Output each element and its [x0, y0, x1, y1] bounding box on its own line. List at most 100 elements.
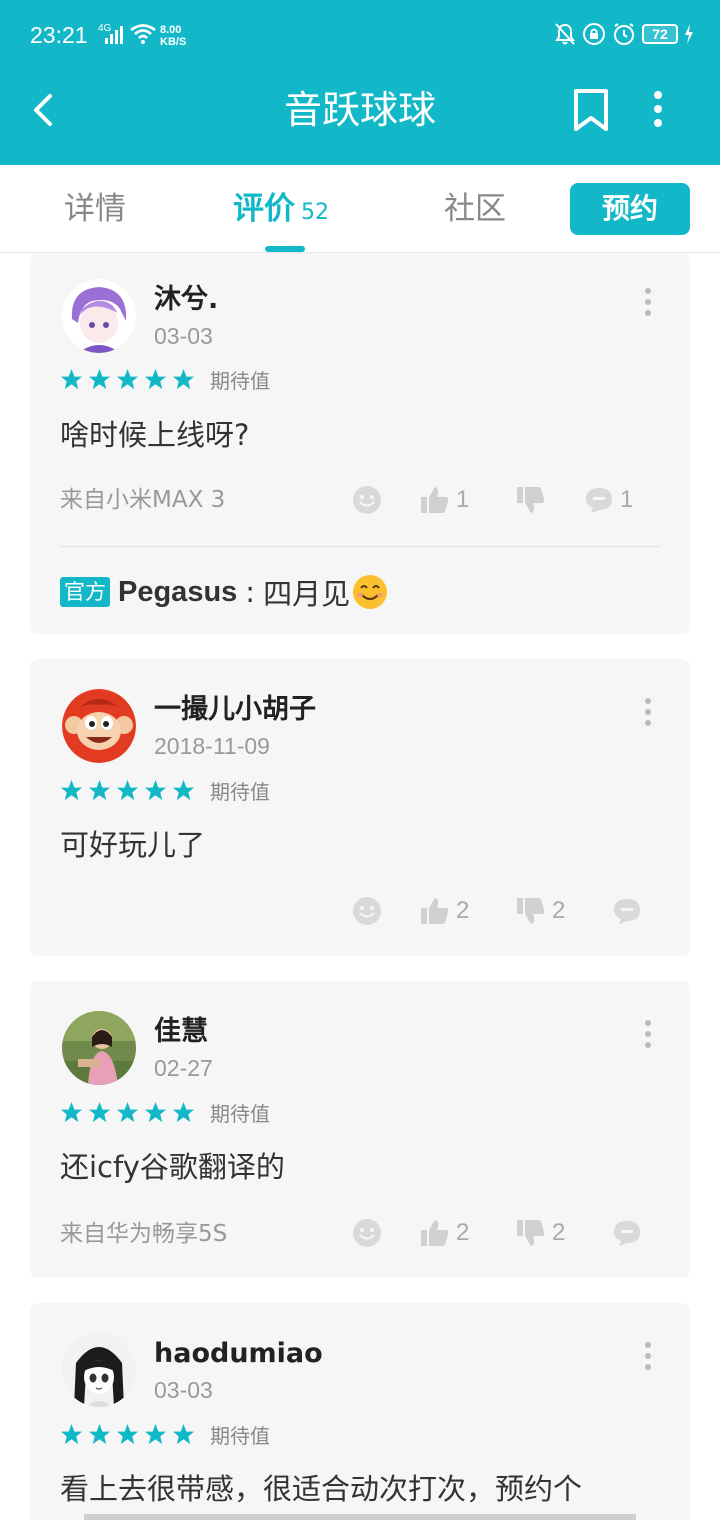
avatar[interactable]: [62, 1011, 136, 1085]
rating-label: 期待值: [210, 1424, 270, 1448]
emoji-react-button[interactable]: [352, 896, 382, 926]
user-name[interactable]: haodumiao: [154, 1337, 323, 1371]
charging-icon: [685, 24, 693, 44]
star-rating: 期待值: [60, 1098, 270, 1127]
thumbs-up-icon: [421, 1220, 449, 1246]
star-icon: [144, 1423, 167, 1445]
star-rating: 期待值: [60, 365, 270, 394]
thumbs-up-icon: [421, 487, 449, 513]
star-icon: [172, 368, 195, 390]
thumbs-up-icon: [421, 898, 449, 924]
comment-button[interactable]: [612, 896, 642, 926]
page-title: 音跃球球: [283, 88, 436, 132]
user-name[interactable]: 一撮儿小胡子: [154, 693, 316, 727]
device-label: 来自小米MAX 3: [60, 487, 226, 513]
smiley-icon: [353, 486, 381, 514]
star-icon: [88, 1423, 111, 1445]
mute-bell-icon: [555, 23, 575, 45]
tab-reviews-label: 评价: [233, 191, 295, 227]
more-vertical-icon[interactable]: [642, 697, 654, 727]
wifi-icon: [130, 24, 156, 44]
star-icon: [88, 1101, 111, 1123]
star-icon: [116, 1423, 139, 1445]
network-speed: 8.00 KB/S: [160, 24, 186, 48]
tab-community[interactable]: 社区: [444, 189, 506, 229]
star-icon: [88, 779, 111, 801]
status-bar: 23:21 4G 8.00 KB/S 72: [0, 0, 720, 72]
review-date: 2018-11-09: [154, 733, 270, 759]
smiley-icon: [353, 1219, 381, 1247]
comment-icon: [586, 488, 612, 513]
top-bar: 23:21 4G 8.00 KB/S 72 音跃球球: [0, 0, 720, 165]
scroll-indicator: [84, 1514, 636, 1520]
more-vertical-icon[interactable]: [642, 1341, 654, 1371]
signal-icon: [105, 26, 123, 44]
more-vertical-icon[interactable]: [642, 287, 654, 317]
avatar[interactable]: [62, 1333, 136, 1407]
tab-bar: 详情 评价 52 社区 预约: [0, 165, 720, 253]
thumbs-down-icon: [517, 1220, 545, 1246]
avatar[interactable]: [62, 279, 136, 353]
more-vertical-icon[interactable]: [642, 1019, 654, 1049]
lock-rotation-icon: [583, 23, 605, 45]
like-button[interactable]: 2: [420, 1218, 469, 1248]
rating-label: 期待值: [210, 1102, 270, 1126]
developer-name: Pegasus: [118, 575, 238, 608]
comment-button[interactable]: [612, 1218, 642, 1248]
review-text[interactable]: 还icfy谷歌翻译的: [60, 1147, 285, 1187]
like-button[interactable]: 2: [420, 896, 469, 926]
app-bar: 音跃球球: [0, 72, 720, 165]
dislike-button[interactable]: [516, 485, 552, 515]
review-date: 03-03: [154, 1377, 213, 1403]
emoji-react-button[interactable]: [352, 1218, 382, 1248]
star-rating: 期待值: [60, 1420, 270, 1449]
dislike-button[interactable]: 2: [516, 896, 565, 926]
review-text[interactable]: 可好玩儿了: [60, 825, 205, 865]
star-icon: [144, 779, 167, 801]
star-icon: [116, 1101, 139, 1123]
official-reply[interactable]: 官方 Pegasus : 四月见: [60, 571, 388, 613]
star-icon: [88, 368, 111, 390]
more-vertical-icon[interactable]: [652, 90, 664, 128]
star-rating: 期待值: [60, 776, 270, 805]
device-label: 来自华为畅享5S: [60, 1221, 228, 1247]
star-icon: [172, 1101, 195, 1123]
thumbs-down-icon: [517, 898, 545, 924]
comment-icon: [614, 1221, 640, 1246]
like-count: 1: [456, 486, 470, 513]
review-card: haodumiao 03-03 期待值 看上去很带感，很适合动次打次，预约个: [30, 1303, 690, 1520]
dislike-count: 2: [552, 897, 566, 924]
review-card: 佳慧 02-27 期待值 还icfy谷歌翻译的 来自华为畅享5S 2 2: [30, 981, 690, 1278]
rating-label: 期待值: [210, 780, 270, 804]
bookmark-icon[interactable]: [572, 88, 610, 132]
dislike-button[interactable]: 2: [516, 1218, 565, 1248]
battery-level: 72: [642, 24, 678, 44]
star-icon: [116, 368, 139, 390]
speed-unit: KB/S: [160, 36, 187, 48]
star-icon: [172, 1423, 195, 1445]
reserve-button[interactable]: 预约: [570, 183, 690, 235]
emoji-react-button[interactable]: [352, 485, 382, 515]
review-text[interactable]: 看上去很带感，很适合动次打次，预约个: [60, 1469, 582, 1509]
reply-text: 四月见: [263, 577, 351, 611]
review-date: 02-27: [154, 1055, 213, 1081]
tab-reviews[interactable]: 评价 52: [233, 189, 329, 233]
active-tab-indicator: [265, 246, 305, 252]
star-icon: [144, 1101, 167, 1123]
star-icon: [60, 1423, 83, 1445]
star-icon: [172, 779, 195, 801]
like-count: 2: [456, 897, 470, 924]
user-name[interactable]: 沐兮.: [154, 283, 218, 317]
avatar[interactable]: [62, 689, 136, 763]
star-icon: [60, 368, 83, 390]
user-name[interactable]: 佳慧: [154, 1015, 208, 1049]
star-icon: [60, 779, 83, 801]
review-card: 沐兮. 03-03 期待值 啥时候上线呀? 来自小米MAX 3 1 1 官方 P…: [30, 253, 690, 634]
star-icon: [116, 779, 139, 801]
like-button[interactable]: 1: [420, 485, 469, 515]
review-text[interactable]: 啥时候上线呀?: [60, 415, 249, 455]
smiling-emoji-icon: [353, 575, 388, 609]
star-icon: [60, 1101, 83, 1123]
comment-button[interactable]: 1: [584, 485, 633, 515]
tab-details[interactable]: 详情: [64, 189, 126, 229]
